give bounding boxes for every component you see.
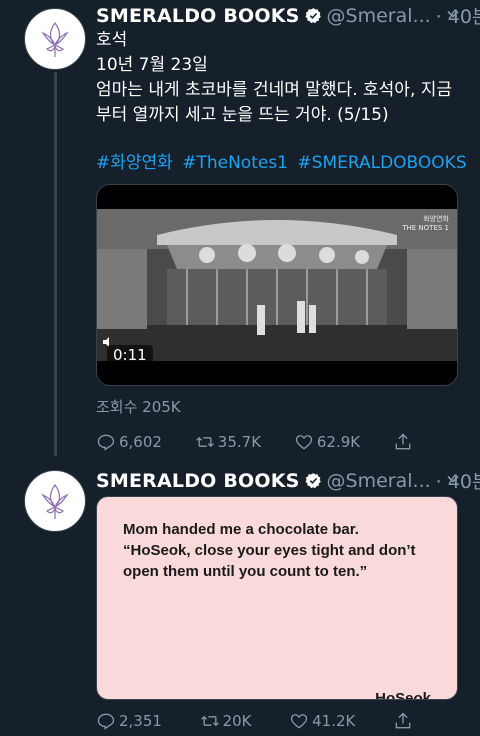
- reply-count: 2,351: [119, 712, 162, 730]
- avatar[interactable]: [24, 8, 86, 70]
- tweet-actions: 2,351 20K 41.2K: [96, 711, 416, 731]
- tweet-line: 부터 열까지 세고 눈을 뜨는 거야. (5/15): [96, 105, 389, 125]
- card-line: open them until you count to ten.”: [123, 563, 368, 580]
- hashtag-link[interactable]: #화양연화: [96, 153, 173, 173]
- card-signature: HoSeok: [375, 690, 431, 700]
- tweet-line: 호석: [96, 30, 128, 50]
- retweet-button[interactable]: 20K: [200, 711, 252, 731]
- author-name[interactable]: SMERALDO BOOKS: [96, 5, 300, 27]
- reply-count: 6,602: [119, 433, 162, 451]
- retweet-count: 20K: [222, 712, 252, 730]
- view-count: 조회수 205K: [96, 398, 181, 416]
- verified-badge-icon: [305, 8, 321, 24]
- tweet-line: 10년 7월 23일: [96, 55, 208, 75]
- reply-icon: [97, 713, 115, 730]
- video-corner-label: 화양연화: [423, 215, 449, 223]
- hashtag-row: #화양연화 #TheNotes1 #SMERALDOBOOKS: [96, 148, 471, 173]
- tweet-actions: 6,602 35.7K 62.9K: [96, 432, 416, 452]
- share-icon: [395, 712, 411, 729]
- like-button[interactable]: 41.2K: [289, 711, 355, 731]
- avatar-logo-icon: [41, 21, 69, 57]
- verified-badge-icon: [305, 473, 321, 489]
- avatar[interactable]: [24, 470, 86, 532]
- like-button[interactable]: 62.9K: [294, 432, 360, 452]
- retweet-icon: [195, 436, 214, 448]
- video-player[interactable]: 화양연화 THE NOTES 1 0:11: [96, 184, 458, 386]
- tweet-body: 호석 10년 7월 23일 엄마는 내게 초코바를 건네며 말했다. 호석아, …: [96, 28, 452, 128]
- reply-button[interactable]: 6,602: [96, 432, 162, 452]
- reply-button[interactable]: 2,351: [96, 711, 162, 731]
- like-count: 41.2K: [312, 712, 356, 730]
- tweet-line: 엄마는 내게 초코바를 건네며 말했다. 호석아, 지금: [96, 80, 453, 100]
- share-button[interactable]: [393, 432, 416, 452]
- quote-image-card[interactable]: Mom handed me a chocolate bar. “HoSeok, …: [96, 496, 458, 700]
- avatar-logo-icon: [41, 483, 69, 519]
- share-button[interactable]: [393, 711, 416, 731]
- author-handle[interactable]: @Smeral...: [327, 5, 431, 27]
- video-duration: 0:11: [107, 345, 153, 365]
- tweet-header: SMERALDO BOOKS @Smeral... · 40분: [96, 467, 480, 494]
- card-line: “HoSeok, close your eyes tight and don’t: [123, 542, 416, 559]
- hashtag-link[interactable]: #SMERALDOBOOKS: [297, 153, 466, 173]
- reply-icon: [97, 434, 115, 451]
- chevron-down-icon[interactable]: [446, 472, 460, 486]
- like-count: 62.9K: [316, 433, 361, 451]
- hashtag-link[interactable]: #TheNotes1: [182, 153, 288, 173]
- video-corner-sub: THE NOTES 1: [402, 224, 449, 232]
- like-icon: [290, 714, 308, 729]
- like-icon: [295, 435, 313, 450]
- retweet-button[interactable]: 35.7K: [195, 432, 261, 452]
- share-icon: [395, 433, 411, 450]
- retweet-icon: [200, 715, 219, 727]
- author-name[interactable]: SMERALDO BOOKS: [96, 470, 300, 492]
- chevron-down-icon[interactable]: [446, 7, 460, 21]
- tweet-header: SMERALDO BOOKS @Smeral... · 40분: [96, 2, 480, 29]
- card-text: Mom handed me a chocolate bar. “HoSeok, …: [123, 519, 443, 582]
- retweet-count: 35.7K: [217, 433, 262, 451]
- thread-connector-line: [54, 72, 57, 456]
- author-handle[interactable]: @Smeral...: [327, 470, 431, 492]
- card-line: Mom handed me a chocolate bar.: [123, 521, 359, 538]
